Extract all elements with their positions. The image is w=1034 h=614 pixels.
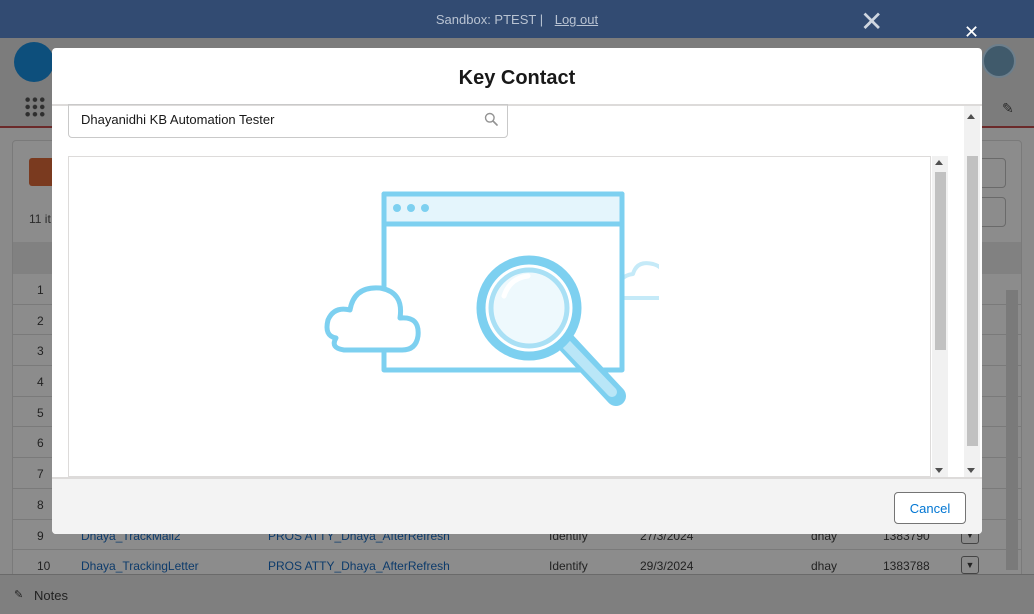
- salesforce-logo-icon: [14, 42, 54, 82]
- cancel-button[interactable]: Cancel: [894, 492, 966, 524]
- contact-search-box[interactable]: [68, 104, 508, 138]
- date-cell: 29/3/2024: [640, 559, 694, 574]
- contact-search-input[interactable]: [81, 112, 471, 127]
- edit-nav-icon: ✎: [1002, 100, 1014, 116]
- scroll-thumb[interactable]: [967, 156, 978, 446]
- modal-title: Key Contact: [458, 67, 576, 89]
- id-cell: 1383788: [883, 559, 930, 574]
- row-number: 7: [37, 467, 44, 482]
- logout-link[interactable]: Log out: [555, 12, 598, 27]
- modal-header: Key Contact: [52, 48, 982, 106]
- background-scrollbar: [1006, 290, 1018, 570]
- row-number: 2: [37, 313, 44, 328]
- row-number: 10: [37, 559, 51, 574]
- search-icon[interactable]: [484, 112, 498, 126]
- modal-scrollbar[interactable]: [964, 106, 980, 477]
- background-close-icon: ✕: [860, 6, 884, 37]
- key-contact-modal: Key Contact Dhayanidhi KB Automation Tes…: [52, 48, 982, 534]
- scroll-down-icon[interactable]: [967, 468, 975, 473]
- empty-search-illustration: [324, 191, 659, 406]
- row-number: 5: [37, 405, 44, 420]
- type-cell: Identify: [549, 559, 588, 574]
- row-number: 3: [37, 344, 44, 359]
- owner-cell: dhay: [811, 559, 838, 574]
- row-number: 9: [37, 528, 44, 543]
- record-name-link[interactable]: Dhaya_TrackingLetter: [81, 559, 199, 573]
- notes-label[interactable]: Notes: [34, 588, 68, 603]
- row-number: 1: [37, 283, 44, 297]
- user-avatar: [982, 44, 1016, 78]
- row-number: 4: [37, 375, 44, 390]
- template-link[interactable]: PROS ATTY_Dhaya_AfterRefresh: [268, 559, 450, 573]
- app-launcher-icon: [24, 96, 46, 118]
- row-actions-dropdown-icon[interactable]: ▼: [961, 556, 979, 575]
- scroll-up-icon[interactable]: [935, 160, 943, 165]
- utility-bar: ✎ Notes: [0, 574, 1034, 614]
- modal-body: [52, 104, 982, 477]
- items-count: 11 it: [29, 212, 51, 226]
- row-number: 8: [37, 497, 44, 512]
- scroll-up-icon[interactable]: [967, 114, 975, 119]
- modal-footer: Cancel: [52, 477, 982, 534]
- scroll-thumb[interactable]: [935, 172, 946, 350]
- scroll-down-icon[interactable]: [935, 468, 943, 473]
- row-number: 6: [37, 436, 44, 451]
- sandbox-label: Sandbox: PTEST |: [435, 12, 544, 27]
- close-icon[interactable]: ✕: [964, 22, 979, 42]
- notes-icon[interactable]: ✎: [14, 589, 26, 601]
- results-scrollbar[interactable]: [932, 156, 948, 477]
